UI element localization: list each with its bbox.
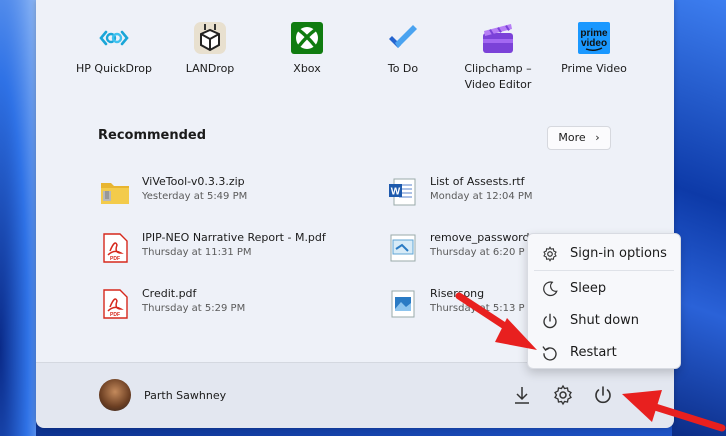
gear-icon: [541, 245, 559, 263]
svg-text:W: W: [391, 187, 401, 198]
start-footer: Parth Sawhney: [36, 362, 674, 428]
hp-quickdrop-icon: [97, 21, 131, 55]
recommended-item[interactable]: PDF IPIP-NEO Narrative Report - M.pdf Th…: [100, 231, 380, 267]
pinned-app-prime-video[interactable]: prime video Prime Video: [546, 18, 642, 77]
desktop-wallpaper-right: [672, 0, 726, 436]
xbox-icon: [290, 21, 324, 55]
image-file-icon: [388, 289, 416, 319]
more-button[interactable]: More ›: [547, 126, 611, 150]
recommended-item[interactable]: W List of Assests.rtf Monday at 12:04 PM: [388, 175, 618, 211]
pdf-icon: PDF: [100, 289, 128, 319]
power-menu-restart[interactable]: Restart: [528, 337, 680, 367]
pinned-app-clipchamp[interactable]: Clipchamp – Video Editor: [450, 18, 546, 93]
annotation-arrow-power: [622, 390, 726, 432]
settings-gear-icon[interactable]: [551, 383, 575, 407]
word-doc-icon: W: [388, 177, 416, 207]
recommended-item[interactable]: ViVeTool-v0.3.3.zip Yesterday at 5:49 PM: [100, 175, 340, 211]
script-file-icon: [388, 233, 416, 263]
landrop-icon: [193, 21, 227, 55]
annotation-arrow-restart: [455, 292, 537, 350]
downloads-icon[interactable]: [510, 383, 534, 407]
chevron-right-icon: ›: [595, 131, 600, 144]
zip-folder-icon: [100, 177, 129, 207]
recommended-item[interactable]: PDF Credit.pdf Thursday at 5:29 PM: [100, 287, 340, 323]
svg-text:PDF: PDF: [110, 312, 120, 318]
svg-text:video: video: [581, 38, 607, 49]
power-menu-shut-down[interactable]: Shut down: [528, 305, 680, 335]
pinned-app-todo[interactable]: To Do: [355, 18, 451, 77]
recommended-item[interactable]: remove_password Thursday at 6:20 P: [388, 231, 538, 267]
power-button-icon[interactable]: [591, 383, 615, 407]
pinned-app-xbox[interactable]: Xbox: [259, 18, 355, 77]
clipchamp-icon: [481, 21, 515, 55]
pinned-apps-row: HP QuickDrop LANDrop Xbox To Do Clipcham…: [36, 18, 674, 98]
prime-video-icon: prime video: [577, 21, 611, 55]
desktop-wallpaper-left: [0, 0, 36, 436]
svg-text:PDF: PDF: [110, 256, 120, 262]
user-name[interactable]: Parth Sawhney: [144, 389, 226, 402]
power-menu-sign-in-options[interactable]: Sign-in options: [528, 238, 680, 268]
pdf-icon: PDF: [100, 233, 128, 263]
avatar[interactable]: [99, 379, 131, 411]
power-menu-sleep[interactable]: Sleep: [528, 273, 680, 303]
pinned-app-landrop[interactable]: LANDrop: [162, 18, 258, 77]
power-menu: Sign-in options Sleep Shut down Restart: [527, 233, 681, 369]
pinned-app-hp-quickdrop[interactable]: HP QuickDrop: [66, 18, 162, 77]
todo-icon: [386, 21, 420, 55]
recommended-heading: Recommended: [98, 128, 207, 143]
menu-divider: [534, 270, 674, 271]
